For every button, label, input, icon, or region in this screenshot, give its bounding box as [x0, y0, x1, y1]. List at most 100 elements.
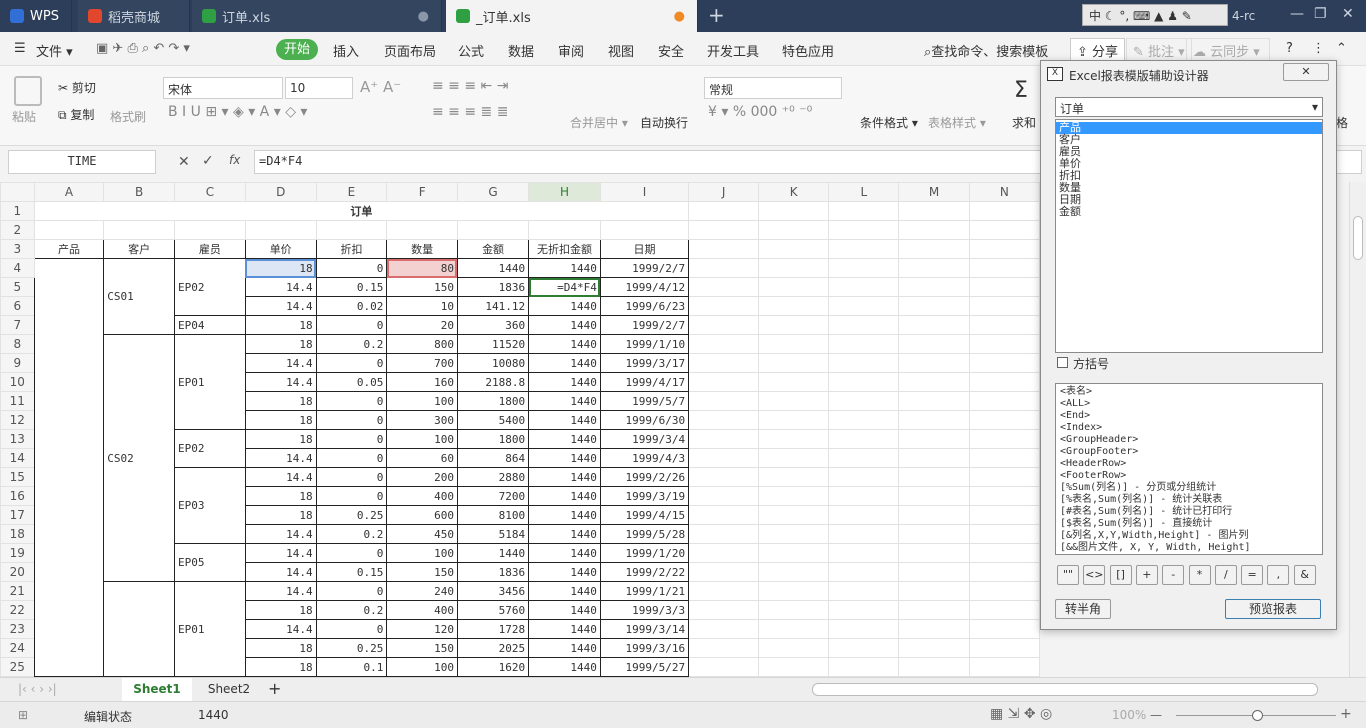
discount-cell[interactable]: 0 — [315, 429, 388, 449]
template-list-item[interactable]: <表名> — [1060, 386, 1318, 398]
header-cell[interactable]: 客户 — [103, 239, 176, 259]
price-cell[interactable]: 14.4 — [244, 619, 317, 639]
menu-special[interactable]: 特色应用 — [782, 41, 834, 60]
col-header[interactable]: L — [828, 182, 900, 202]
discount-cell[interactable]: 0 — [315, 486, 388, 506]
quantity-cell[interactable]: 150 — [386, 638, 458, 658]
menu-developer[interactable]: 开发工具 — [707, 41, 759, 60]
date-cell[interactable]: 1999/4/15 — [599, 505, 690, 525]
header-cell[interactable]: 单价 — [244, 239, 317, 259]
cut-button[interactable]: ✂ 剪切 — [58, 79, 96, 96]
undiscounted-amount-cell[interactable]: 1440 — [528, 448, 601, 468]
quantity-cell[interactable]: 300 — [386, 410, 458, 430]
sum-icon[interactable]: Σ — [1014, 78, 1028, 103]
undiscounted-amount-cell[interactable]: 1440 — [528, 619, 601, 639]
undiscounted-amount-cell[interactable]: 1440 — [528, 581, 601, 601]
font-name-select[interactable]: 宋体 — [163, 77, 283, 99]
price-cell[interactable]: 18 — [244, 657, 317, 677]
quantity-cell[interactable]: 400 — [386, 600, 458, 620]
template-list-item[interactable]: <Index> — [1060, 422, 1318, 434]
row-header[interactable]: 14 — [0, 448, 35, 468]
template-list-item[interactable]: <HeaderRow> — [1060, 458, 1318, 470]
discount-cell[interactable]: 0.2 — [315, 524, 388, 544]
align-icons[interactable]: ≡ ≡ ≡ ⇤ ⇥ — [432, 78, 508, 94]
add-sheet-icon[interactable]: + — [268, 679, 281, 698]
sheet-tab-2[interactable]: Sheet2 — [196, 678, 262, 701]
col-header[interactable]: J — [688, 182, 760, 202]
undiscounted-amount-cell[interactable]: 1440 — [528, 353, 601, 373]
row-header[interactable]: 8 — [0, 334, 35, 354]
table-select[interactable]: 订单 ▾ — [1055, 97, 1323, 117]
vertical-scrollbar[interactable] — [1349, 182, 1366, 677]
header-cell[interactable]: 日期 — [599, 239, 690, 259]
date-cell[interactable]: 1999/5/28 — [599, 524, 690, 544]
paste-button[interactable]: 粘贴 — [12, 108, 36, 125]
tab-order-xls[interactable]: 订单.xls ● — [192, 0, 442, 32]
undiscounted-amount-cell[interactable]: 1440 — [528, 657, 601, 677]
price-cell[interactable]: 14.4 — [244, 277, 317, 297]
discount-cell[interactable]: 0.2 — [315, 334, 388, 354]
discount-cell[interactable]: 0 — [315, 258, 388, 278]
template-list-item[interactable]: <GroupFooter> — [1060, 446, 1318, 458]
undiscounted-amount-cell[interactable]: 1440 — [528, 505, 601, 525]
col-header-active[interactable]: H — [528, 182, 601, 202]
price-cell[interactable]: 14.4 — [244, 543, 317, 563]
price-cell[interactable]: 18 — [244, 391, 317, 411]
date-cell[interactable]: 1999/2/26 — [599, 467, 690, 487]
quantity-cell[interactable]: 60 — [386, 448, 458, 468]
date-cell[interactable]: 1999/2/7 — [599, 315, 690, 335]
amount-cell[interactable]: 360 — [456, 315, 530, 335]
employee-cell[interactable]: EP05 — [174, 543, 246, 582]
symbol-button[interactable]: / — [1214, 565, 1237, 585]
sum-button[interactable]: 求和 — [1012, 114, 1036, 131]
row-header[interactable]: 21 — [0, 581, 35, 601]
amount-cell[interactable]: 1440 — [456, 543, 530, 563]
field-list[interactable]: 产品 客户 雇员 单价 折扣 数量 日期 金额 — [1055, 119, 1323, 353]
menu-home[interactable]: 开始 — [276, 39, 318, 60]
undiscounted-amount-cell[interactable]: 1440 — [528, 334, 601, 354]
amount-cell[interactable]: 864 — [456, 448, 530, 468]
undiscounted-amount-cell[interactable]: 1440 — [528, 315, 601, 335]
quantity-cell[interactable]: 700 — [386, 353, 458, 373]
zoom-level[interactable]: 100% — [1112, 708, 1146, 722]
price-cell[interactable]: 14.4 — [244, 562, 317, 582]
template-list-item[interactable]: [%Sum(列名)] - 分页或分组统计 — [1060, 482, 1318, 494]
field-list-item[interactable]: 折扣 — [1056, 170, 1322, 182]
col-header[interactable]: D — [244, 182, 317, 202]
preview-report-button[interactable]: 预览报表 — [1225, 599, 1321, 619]
row-header[interactable]: 13 — [0, 429, 35, 449]
discount-cell[interactable]: 0 — [315, 581, 388, 601]
template-list-item[interactable]: [&&图片文件, X, Y, Width, Height] — [1060, 542, 1318, 554]
header-cell[interactable]: 折扣 — [315, 239, 388, 259]
undiscounted-amount-cell[interactable]: =D4*F4 — [528, 277, 601, 297]
name-box[interactable]: TIME — [8, 150, 156, 174]
scroll-thumb[interactable] — [1353, 216, 1363, 260]
quantity-cell[interactable]: 100 — [386, 429, 458, 449]
font-style-icons[interactable]: B I U ⊞ ▾ ◈ ▾ A ▾ ◇ ▾ — [168, 104, 307, 120]
undiscounted-amount-cell[interactable]: 1440 — [528, 486, 601, 506]
row-header[interactable]: 20 — [0, 562, 35, 582]
customer-cell[interactable]: CS02 — [103, 334, 176, 582]
row-header[interactable]: 2 — [0, 220, 35, 240]
menu-page-layout[interactable]: 页面布局 — [384, 41, 436, 60]
discount-cell[interactable]: 0 — [315, 467, 388, 487]
template-list-item[interactable]: [$表名,Sum(列名)] - 直接统计 — [1060, 518, 1318, 530]
date-cell[interactable]: 1999/3/16 — [599, 638, 690, 658]
quantity-cell[interactable]: 80 — [386, 258, 458, 278]
fx-icon[interactable]: fx — [229, 153, 240, 167]
amount-cell[interactable]: 2880 — [456, 467, 530, 487]
header-cell[interactable]: 无折扣金额 — [528, 239, 601, 259]
quantity-cell[interactable]: 120 — [386, 619, 458, 639]
quantity-cell[interactable]: 150 — [386, 562, 458, 582]
amount-cell[interactable]: 10080 — [456, 353, 530, 373]
restore-icon[interactable]: ❐ — [1314, 6, 1327, 22]
amount-cell[interactable]: 1836 — [456, 562, 530, 582]
symbol-button[interactable]: <> — [1083, 565, 1106, 585]
macro-icon[interactable]: ⊞ — [18, 708, 28, 722]
undiscounted-amount-cell[interactable]: 1440 — [528, 410, 601, 430]
col-header[interactable]: B — [103, 182, 176, 202]
more-icon[interactable]: ⋮ — [1312, 41, 1325, 56]
template-list-item[interactable]: <End> — [1060, 410, 1318, 422]
menu-insert[interactable]: 插入 — [333, 41, 359, 60]
tab-wps[interactable]: WPS — [0, 0, 72, 32]
